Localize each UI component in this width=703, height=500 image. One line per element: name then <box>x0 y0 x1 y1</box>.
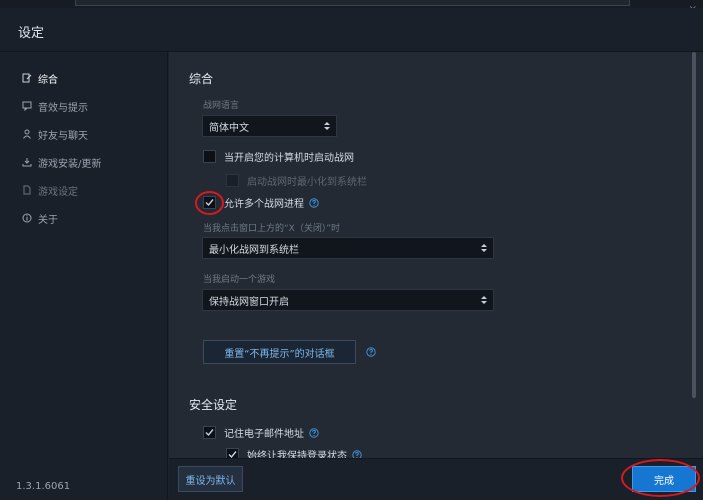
info-icon <box>22 213 32 223</box>
sidebar-item-label: 综合 <box>38 74 58 86</box>
game-launch-value: 保持战网窗口开启 <box>209 296 289 308</box>
close-behavior-label: 当我点击窗口上方的“X（关闭）”时 <box>203 224 340 234</box>
minimize-tray-checkbox[interactable] <box>226 174 239 187</box>
checkmark-icon <box>228 451 237 458</box>
language-value: 简体中文 <box>209 122 249 134</box>
window-top-chrome <box>0 0 703 8</box>
checkmark-icon <box>205 199 214 207</box>
help-icon[interactable] <box>309 197 319 208</box>
close-behavior-select[interactable]: 最小化战网到系统栏 <box>202 237 494 259</box>
launch-on-startup-checkbox[interactable] <box>203 150 216 163</box>
sidebar-item-about[interactable]: 关于 <box>22 210 58 226</box>
sidebar-item-label: 游戏安装/更新 <box>38 158 102 170</box>
updown-arrows-icon <box>324 120 330 132</box>
reset-dialogs-button[interactable]: 重置“不再提示”的对话框 <box>203 340 356 364</box>
dialog-title: 设定 <box>18 26 45 41</box>
settings-content: 综合 战网语言 简体中文 当开启您的计算机时启动战网 启动战网时最小化到系统栏 … <box>169 52 703 458</box>
sidebar-item-sound[interactable]: 音效与提示 <box>22 98 88 114</box>
document-icon <box>22 185 32 195</box>
download-icon <box>22 157 32 167</box>
sidebar-item-game-settings[interactable]: 游戏设定 <box>22 182 78 198</box>
general-section-title: 综合 <box>189 72 214 86</box>
stay-logged-row: 始终让我保持登录状态 <box>226 447 362 458</box>
sidebar: 综合 音效与提示 好友与聊天 游戏安装/更新 游戏设定 关于 1.3.1.606… <box>0 52 168 500</box>
stay-logged-label: 始终让我保持登录状态 <box>247 451 347 458</box>
stay-logged-checkbox[interactable] <box>226 448 239 458</box>
dialog-footer <box>169 458 703 500</box>
security-section-title: 安全设定 <box>189 398 238 412</box>
multi-instance-label: 允许多个战网进程 <box>224 199 304 210</box>
updown-arrows-icon <box>481 294 487 306</box>
speech-icon <box>22 101 32 111</box>
launch-on-startup-row: 当开启您的计算机时启动战网 <box>203 149 354 164</box>
settings-icon <box>22 73 32 83</box>
language-select[interactable]: 简体中文 <box>202 115 337 137</box>
done-button[interactable]: 完成 <box>632 466 696 492</box>
sidebar-item-general[interactable]: 综合 <box>22 70 58 86</box>
minimize-tray-label: 启动战网时最小化到系统栏 <box>247 177 367 188</box>
game-launch-select[interactable]: 保持战网窗口开启 <box>202 289 494 311</box>
person-icon <box>22 129 32 139</box>
multi-instance-checkbox[interactable] <box>203 196 216 209</box>
help-icon[interactable] <box>366 347 376 357</box>
help-icon[interactable] <box>352 449 362 458</box>
remember-email-label: 记住电子邮件地址 <box>224 429 304 440</box>
game-launch-label: 当我启动一个游戏 <box>203 275 276 285</box>
sidebar-item-friends[interactable]: 好友与聊天 <box>22 126 88 142</box>
sidebar-item-label: 关于 <box>38 214 58 226</box>
updown-arrows-icon <box>481 242 487 254</box>
checkmark-icon <box>205 429 214 437</box>
sidebar-item-label: 音效与提示 <box>38 102 88 114</box>
dialog-header: 设定 <box>0 8 703 52</box>
minimize-tray-row: 启动战网时最小化到系统栏 <box>226 173 367 188</box>
sidebar-item-install[interactable]: 游戏安装/更新 <box>22 154 101 170</box>
top-tab-outline <box>75 0 630 6</box>
sidebar-item-label: 好友与聊天 <box>38 130 88 142</box>
close-behavior-value: 最小化战网到系统栏 <box>209 244 299 256</box>
content-scrollbar[interactable] <box>692 52 696 398</box>
multi-instance-row: 允许多个战网进程 <box>203 195 319 210</box>
reset-default-button[interactable]: 重设为默认 <box>178 466 243 492</box>
remember-email-row: 记住电子邮件地址 <box>203 425 319 440</box>
launch-on-startup-label: 当开启您的计算机时启动战网 <box>224 153 354 164</box>
sidebar-item-label: 游戏设定 <box>38 186 78 198</box>
remember-email-checkbox[interactable] <box>203 426 216 439</box>
language-label: 战网语言 <box>203 101 240 111</box>
help-icon[interactable] <box>309 427 319 438</box>
version-label: 1.3.1.6061 <box>16 481 71 492</box>
